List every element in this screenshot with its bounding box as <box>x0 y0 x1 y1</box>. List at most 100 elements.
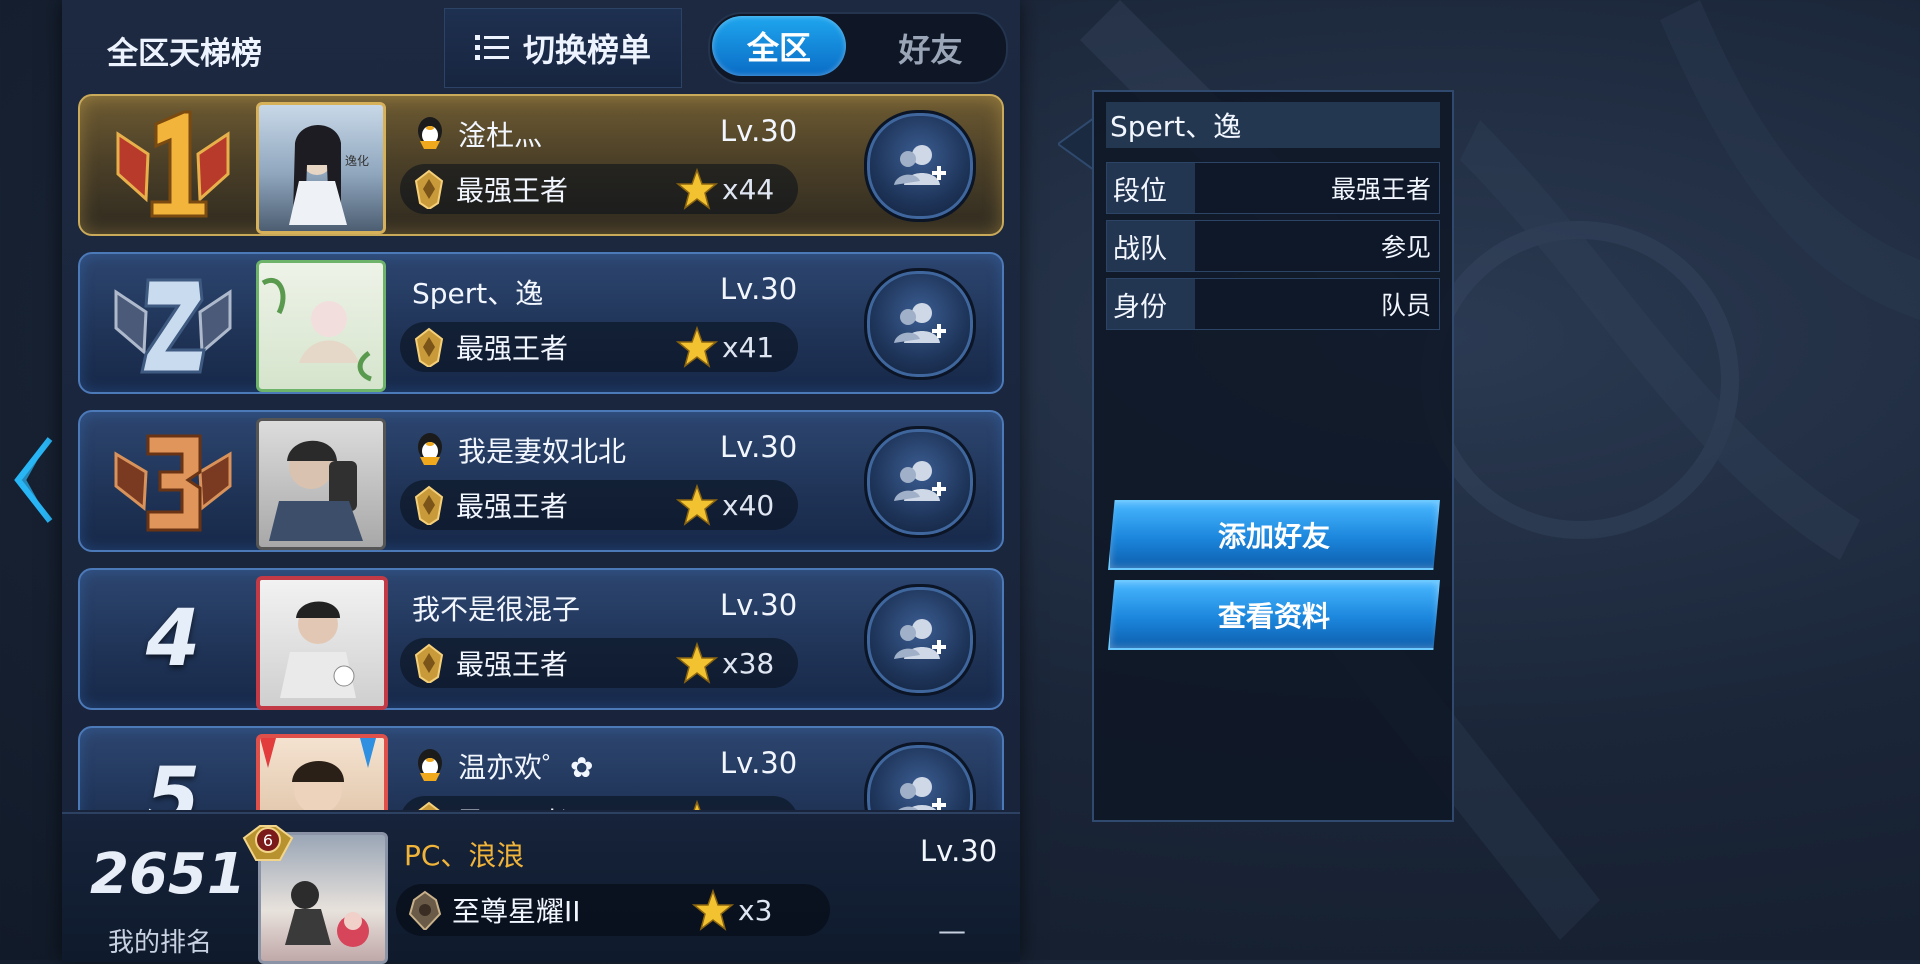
player-level: Lv.30 <box>720 746 798 780</box>
my-star-count: x3 <box>738 893 773 927</box>
tier-pill: 最强王者 x44 <box>400 164 798 214</box>
tab-friends[interactable]: 好友 <box>858 14 1003 82</box>
avatar[interactable] <box>256 418 386 550</box>
king-tier-icon <box>414 485 444 525</box>
player-name: 我不是很混子 <box>412 593 581 626</box>
player-name: 温亦欢゜✿ <box>458 751 594 784</box>
avatar-portrait-icon <box>269 440 363 541</box>
star-icon <box>676 642 718 684</box>
rank-badge: 4 <box>108 578 238 700</box>
add-friend-action-button[interactable]: 添加好友 <box>1108 500 1440 570</box>
star-count: x40 <box>722 488 775 522</box>
ranking-row[interactable]: 4 我不是很混子 Lv.30 最强王者 x38 <box>78 568 1004 710</box>
tier-name: 最强王者 <box>456 490 569 523</box>
add-friend-button[interactable] <box>864 742 976 810</box>
my-tier-pill: 至尊星耀II x3 <box>396 884 830 936</box>
info-row-role: 身份 队员 <box>1106 278 1440 330</box>
qq-penguin-icon <box>418 749 442 781</box>
leaderboard-header: 全区天梯榜 切换榜单 全区 好友 <box>62 0 1020 92</box>
player-level: Lv.30 <box>720 114 798 148</box>
add-friend-button[interactable] <box>864 426 976 538</box>
star-count: x44 <box>722 172 775 206</box>
info-key: 身份 <box>1107 279 1195 329</box>
player-level: Lv.30 <box>720 588 798 622</box>
avatar-portrait-icon <box>261 278 372 382</box>
add-friend-icon <box>894 461 946 501</box>
king-tier-icon <box>414 327 444 367</box>
ranking-row[interactable]: 逸化 淦杜灬 Lv.30 最强王者 x44 <box>78 94 1004 236</box>
my-rank-bar: 2651 我的排名 6 PC、浪浪 Lv.30 至尊星耀II x3 — <box>62 812 1020 964</box>
avatar-portrait-icon <box>260 738 376 810</box>
avatar-portrait-icon: 逸化 <box>289 125 369 225</box>
info-value: 参见 <box>1380 233 1431 262</box>
add-friend-button[interactable] <box>864 584 976 696</box>
player-name: Spert、逸 <box>412 277 544 310</box>
add-friend-button[interactable] <box>864 110 976 222</box>
star-icon <box>692 889 734 931</box>
switch-board-button[interactable]: 切换榜单 <box>444 8 682 88</box>
list-icon <box>474 35 509 60</box>
info-key: 段位 <box>1107 163 1195 213</box>
add-friend-icon <box>894 145 946 185</box>
tier-name: 最强王者 <box>456 332 569 365</box>
qq-penguin-icon <box>418 433 442 465</box>
tier-pill: 最强王者 x38 <box>400 638 798 688</box>
info-value: 最强王者 <box>1330 175 1431 204</box>
my-extra-value: — <box>938 914 970 947</box>
add-friend-icon <box>894 619 946 659</box>
avatar-tag: 逸化 <box>345 154 369 168</box>
switch-board-label: 切换榜单 <box>522 31 651 69</box>
avatar[interactable] <box>256 260 386 392</box>
rank-number: 4 <box>145 594 201 684</box>
avatar[interactable] <box>256 576 388 710</box>
ranking-row[interactable]: 5 温亦欢゜✿ Lv.30 最强王者 <box>78 726 1004 810</box>
board-title: 全区天梯榜 <box>107 36 262 72</box>
info-row-tier: 段位 最强王者 <box>1106 162 1440 214</box>
add-friend-button[interactable] <box>864 268 976 380</box>
info-player-name: Spert、逸 <box>1106 102 1440 148</box>
king-tier-icon <box>418 801 440 810</box>
player-level: Lv.30 <box>720 430 798 464</box>
player-name: 淦杜灬 <box>458 119 543 152</box>
rank-3-badge-icon <box>114 434 232 532</box>
qq-penguin-icon <box>418 117 442 149</box>
tier-pill: 最强王者 x41 <box>400 322 798 372</box>
ranking-row[interactable]: 我是妻奴北北 Lv.30 最强王者 x40 <box>78 410 1004 552</box>
star-icon <box>676 484 718 526</box>
ranking-list[interactable]: 逸化 淦杜灬 Lv.30 最强王者 x44 Spert、逸 Lv.30 最强王者… <box>62 92 1020 810</box>
star-glory-tier-icon <box>408 890 442 930</box>
tab-all-region[interactable]: 全区 <box>712 16 846 76</box>
rank-2-badge-icon <box>114 278 232 374</box>
avatar[interactable] <box>256 734 388 810</box>
star-count: x41 <box>722 330 775 364</box>
star-icon <box>676 168 718 210</box>
rank-badge: 5 <box>108 736 238 810</box>
star-count: x38 <box>722 646 775 680</box>
player-info-panel: Spert、逸 段位 最强王者 战队 参见 身份 队员 添加好友 查看资料 <box>1092 90 1454 822</box>
info-key: 战队 <box>1107 221 1195 271</box>
add-friend-icon <box>898 777 946 810</box>
avatar[interactable]: 逸化 <box>256 102 386 234</box>
my-rank-number: 2651 <box>90 842 246 907</box>
rank-number: 5 <box>145 752 201 810</box>
ranking-row[interactable]: Spert、逸 Lv.30 最强王者 x41 <box>78 252 1004 394</box>
king-tier-icon <box>414 643 444 683</box>
my-name: PC、浪浪 <box>404 839 525 872</box>
view-profile-button[interactable]: 查看资料 <box>1108 580 1440 650</box>
my-tier-name: 至尊星耀II <box>452 895 581 928</box>
star-icon <box>693 800 701 810</box>
my-level: Lv.30 <box>920 834 998 868</box>
panel-pointer-icon <box>1058 118 1094 170</box>
vip-badge-icon: 6 <box>242 825 294 861</box>
my-rank-label: 我的排名 <box>107 928 212 958</box>
rank-1-badge-icon <box>116 110 230 218</box>
tier-pill: 最强王者 x36 <box>400 796 798 810</box>
star-icon <box>676 326 718 368</box>
star-count: x36 <box>722 805 774 811</box>
vip-level: 6 <box>263 831 273 850</box>
info-value: 队员 <box>1380 291 1431 320</box>
avatar-portrait-icon <box>280 601 356 698</box>
back-arrow-icon[interactable] <box>8 435 58 525</box>
info-row-team: 战队 参见 <box>1106 220 1440 272</box>
tier-name: 最强王者 <box>456 801 676 810</box>
